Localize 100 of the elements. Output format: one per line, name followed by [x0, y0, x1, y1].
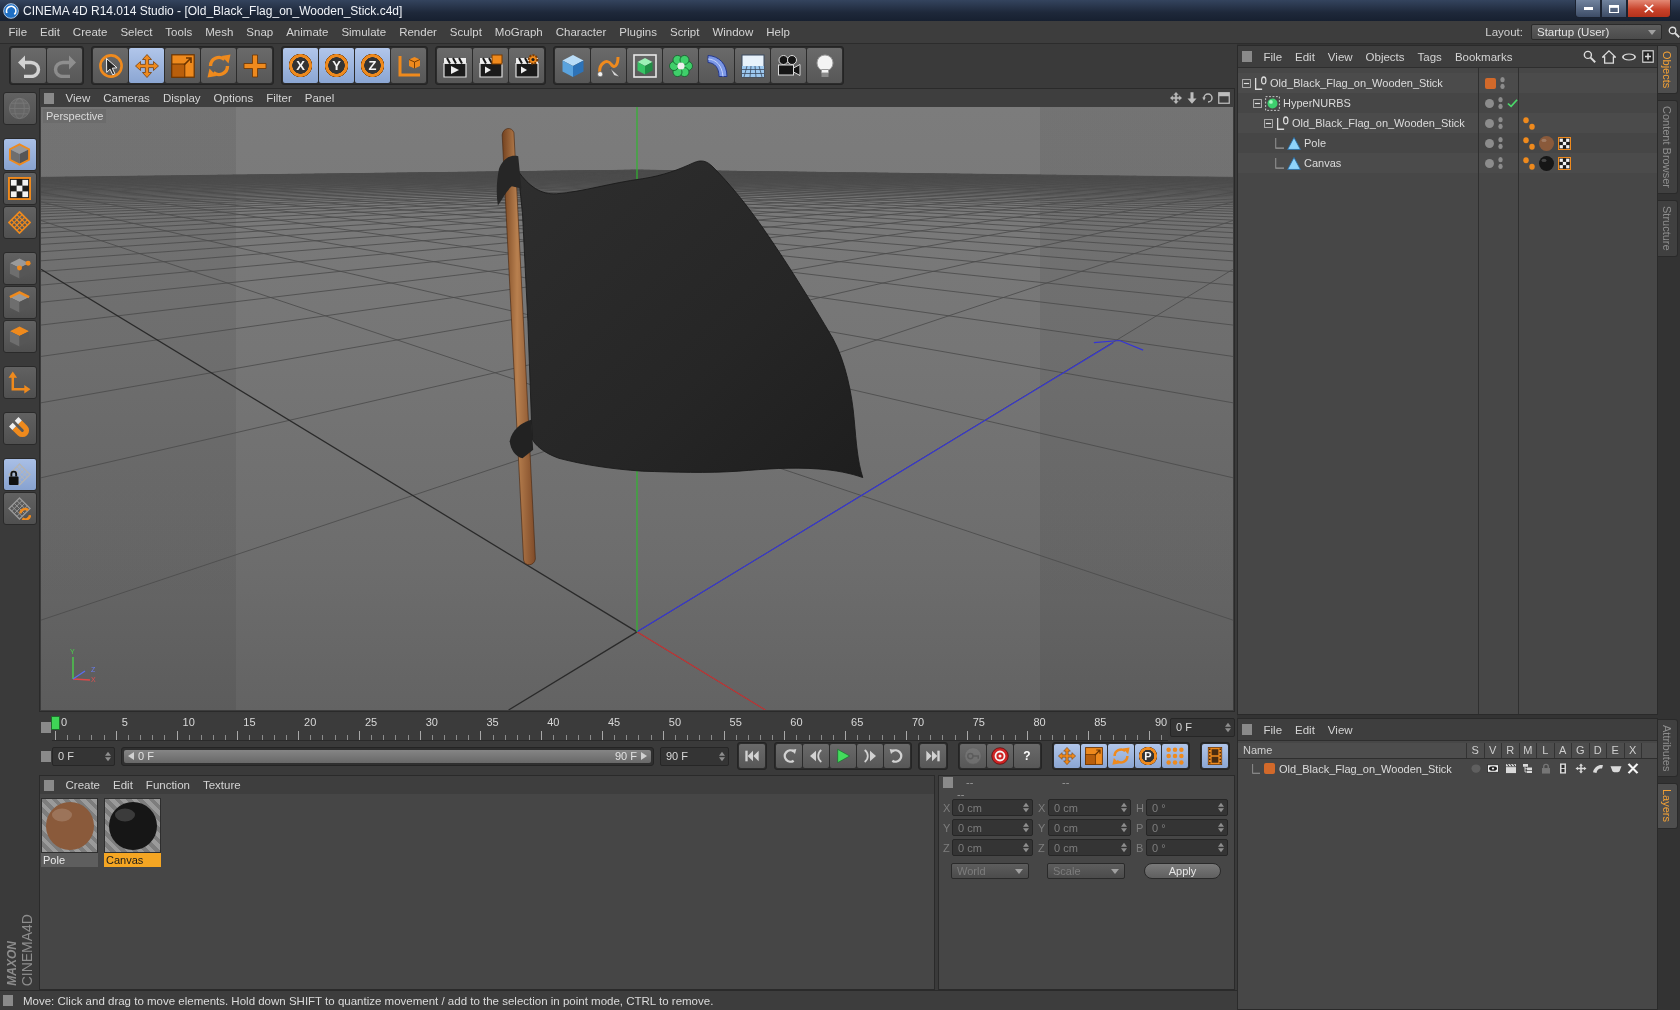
collapse-icon[interactable]: [1264, 118, 1273, 128]
grip-icon[interactable]: [1242, 51, 1252, 62]
search-icon[interactable]: [1668, 26, 1680, 38]
menu-item[interactable]: View: [59, 92, 97, 104]
visibility-dots-icon[interactable]: [1498, 97, 1503, 109]
null-object-icon[interactable]: [1254, 75, 1267, 91]
column-header[interactable]: R: [1502, 743, 1520, 758]
grid-plane-icon[interactable]: [8, 211, 31, 234]
grip-icon[interactable]: [3, 995, 13, 1006]
object-name[interactable]: HyperNURBS: [1283, 97, 1351, 109]
checkerboard-icon[interactable]: [8, 177, 31, 200]
points-mode-button[interactable]: [2, 252, 37, 285]
menu-item[interactable]: Edit: [106, 779, 140, 791]
object-name[interactable]: Canvas: [1304, 157, 1342, 169]
oval-icon[interactable]: [1622, 52, 1636, 61]
model-cube-icon[interactable]: [8, 143, 31, 166]
menu-item[interactable]: Tools: [158, 26, 199, 38]
visibility-dots-icon[interactable]: [1498, 117, 1503, 129]
polygon-object-icon[interactable]: [1287, 156, 1301, 170]
previous-key-button[interactable]: [776, 744, 802, 768]
column-header[interactable]: D: [1589, 743, 1607, 758]
layer-color-swatch[interactable]: [1264, 763, 1275, 774]
object-row[interactable]: Canvas: [1238, 153, 1657, 173]
search-icon[interactable]: [1583, 50, 1596, 63]
workplane-update-button[interactable]: [2, 492, 37, 525]
object-name[interactable]: Old_Black_Flag_on_Wooden_Stick: [1292, 117, 1465, 129]
menu-item[interactable]: Render: [392, 26, 444, 38]
home-icon[interactable]: [1602, 49, 1616, 64]
checkerboard-icon[interactable]: [1558, 136, 1571, 150]
collapse-icon[interactable]: [1242, 78, 1251, 88]
layer-color-swatch[interactable]: [1485, 77, 1496, 89]
menu-item[interactable]: MoGraph: [488, 26, 550, 38]
menu-item[interactable]: File: [1257, 50, 1289, 63]
menu-item[interactable]: Display: [156, 92, 208, 104]
grip-icon[interactable]: [1242, 724, 1252, 735]
four-way-arrows-icon[interactable]: [1574, 763, 1587, 774]
grip-icon[interactable]: [41, 750, 51, 762]
menu-item[interactable]: Panel: [298, 92, 341, 104]
menu-item[interactable]: Create: [59, 779, 107, 791]
menu-item[interactable]: Function: [139, 779, 197, 791]
workplane-mode-button[interactable]: [2, 206, 37, 239]
cup-icon[interactable]: [1609, 763, 1622, 774]
layer-dot-icon[interactable]: [1485, 98, 1494, 108]
column-header[interactable]: S: [1467, 743, 1485, 758]
start-frame-field[interactable]: 0 F: [52, 746, 115, 766]
menu-item[interactable]: Mesh: [198, 26, 240, 38]
parameter-track-button[interactable]: P: [1135, 744, 1161, 768]
menu-item[interactable]: Objects: [1359, 50, 1412, 63]
menu-item[interactable]: Cameras: [96, 92, 157, 104]
menu-item[interactable]: Character: [549, 26, 613, 38]
next-key-icon[interactable]: [889, 748, 905, 764]
eye-icon[interactable]: [1487, 763, 1500, 774]
material-name[interactable]: Canvas: [104, 853, 161, 867]
menu-item[interactable]: Edit: [1288, 723, 1322, 736]
menu-item[interactable]: Create: [66, 26, 114, 38]
caret-icon[interactable]: [1648, 29, 1656, 35]
menu-item[interactable]: Snap: [239, 26, 280, 38]
menu-item[interactable]: Plugins: [612, 26, 664, 38]
polygons-mode-button[interactable]: [2, 320, 37, 353]
visibility-dots-icon[interactable]: [1498, 137, 1503, 149]
spinner-icon[interactable]: [719, 750, 725, 762]
material-name[interactable]: Pole: [41, 853, 98, 867]
skip-to-start-icon[interactable]: [744, 748, 760, 764]
skip-to-end-icon[interactable]: [925, 748, 941, 764]
magnet-icon[interactable]: [8, 417, 31, 440]
column-header[interactable]: Name: [1238, 743, 1467, 758]
pan-arrows-icon[interactable]: [1170, 92, 1182, 104]
cube-points-icon[interactable]: [8, 257, 31, 280]
axis-arrows-icon[interactable]: [8, 371, 31, 394]
menu-item[interactable]: Edit: [1288, 50, 1322, 63]
column-header[interactable]: G: [1572, 743, 1590, 758]
bend-icon[interactable]: [1592, 763, 1605, 774]
window-icon[interactable]: [1218, 92, 1230, 104]
layer-name[interactable]: Old_Black_Flag_on_Wooden_Stick: [1279, 762, 1452, 775]
two-dots-icon[interactable]: [1523, 116, 1535, 130]
menu-item[interactable]: Animate: [279, 26, 335, 38]
column-header[interactable]: E: [1607, 743, 1625, 758]
next-frame-button[interactable]: [857, 744, 883, 768]
menu-item[interactable]: Edit: [33, 26, 67, 38]
minimize-icon[interactable]: [1583, 7, 1593, 10]
minimize-button[interactable]: [1575, 0, 1601, 18]
axis-lock-button[interactable]: Z: [355, 48, 390, 83]
column-header[interactable]: A: [1554, 743, 1572, 758]
maximize-icon[interactable]: [1609, 4, 1619, 13]
column-header[interactable]: V: [1484, 743, 1502, 758]
maximize-button[interactable]: [1601, 0, 1627, 18]
previous-frame-icon[interactable]: [808, 748, 824, 764]
range-end-handle-icon[interactable]: [641, 752, 647, 760]
two-dots-icon[interactable]: [1523, 156, 1535, 170]
rotate-view-icon[interactable]: [1202, 92, 1214, 104]
next-frame-icon[interactable]: [862, 748, 878, 764]
visibility-dots-icon[interactable]: [1500, 77, 1505, 89]
check-icon[interactable]: [1507, 98, 1518, 108]
grip-icon[interactable]: [44, 779, 54, 791]
subdivision-object-icon[interactable]: [1265, 95, 1280, 111]
polygon-object-icon[interactable]: [1287, 136, 1301, 150]
object-name[interactable]: Old_Black_Flag_on_Wooden_Stick: [1270, 77, 1443, 89]
snap-button[interactable]: [2, 412, 37, 445]
side-tab[interactable]: Objects: [1658, 45, 1678, 95]
column-header[interactable]: L: [1537, 743, 1555, 758]
